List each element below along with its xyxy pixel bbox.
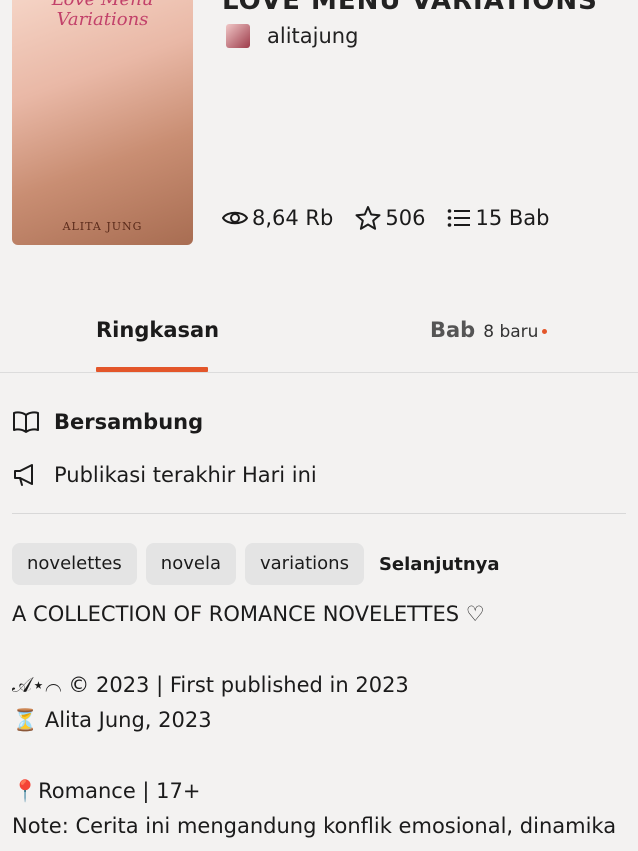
divider (12, 513, 626, 514)
tag-chip[interactable]: novela (145, 543, 236, 585)
active-tab-indicator (96, 367, 208, 372)
author-link[interactable]: alitajung (226, 24, 358, 48)
megaphone-icon (14, 464, 33, 486)
status-row: Bersambung (12, 410, 203, 434)
description-line: 𝒜⋆⌒ © 2023 | First published in 2023 (12, 673, 409, 697)
author-name: alitajung (267, 24, 359, 48)
book-title: LOVE MENU VARIATIONS (222, 0, 598, 16)
tab-chapters-label: Bab (430, 318, 476, 342)
avatar (226, 24, 250, 48)
reads-count: 8,64 Rb (252, 206, 334, 230)
book-stats: 8,64 Rb 506 15 Bab (222, 205, 571, 231)
list-icon (448, 209, 471, 227)
votes-count: 506 (385, 206, 426, 230)
cover-title: Love Menu Variations (52, 0, 154, 30)
tab-chapters[interactable]: Bab 8 baru (430, 318, 548, 342)
status-text: Bersambung (54, 410, 204, 434)
parts-count: 15 Bab (475, 206, 550, 230)
tab-bar: Ringkasan Bab 8 baru (0, 300, 638, 373)
votes-stat: 506 (355, 205, 425, 231)
description-line: 📍Romance | 17+ (12, 779, 201, 803)
tab-summary[interactable]: Ringkasan (96, 318, 219, 342)
publish-row: Publikasi terakhir Hari ini (12, 462, 317, 488)
reads-stat: 8,64 Rb (222, 206, 333, 230)
star-icon (355, 206, 381, 230)
book-cover[interactable]: Love Menu Variations ALITA JUNG (12, 0, 193, 245)
description-line: ⏳ Alita Jung, 2023 (12, 708, 212, 732)
description-line: Note: Cerita ini mengandung konflik emos… (12, 814, 617, 838)
description-line: A COLLECTION OF ROMANCE NOVELETTES ♡ (12, 602, 485, 626)
tag-chip[interactable]: variations (244, 543, 364, 585)
new-chapters-count: 8 baru (483, 322, 539, 342)
cover-author: ALITA JUNG (62, 220, 143, 233)
eye-icon (222, 211, 248, 225)
new-indicator-dot (542, 329, 548, 334)
publish-text: Publikasi terakhir Hari ini (54, 463, 317, 487)
tag-list: novelettes novela variations Selanjutnya (12, 543, 500, 585)
tag-chip[interactable]: novelettes (12, 543, 137, 585)
open-book-icon (13, 411, 39, 433)
more-tags-link[interactable]: Selanjutnya (379, 554, 500, 575)
parts-stat: 15 Bab (447, 206, 549, 230)
